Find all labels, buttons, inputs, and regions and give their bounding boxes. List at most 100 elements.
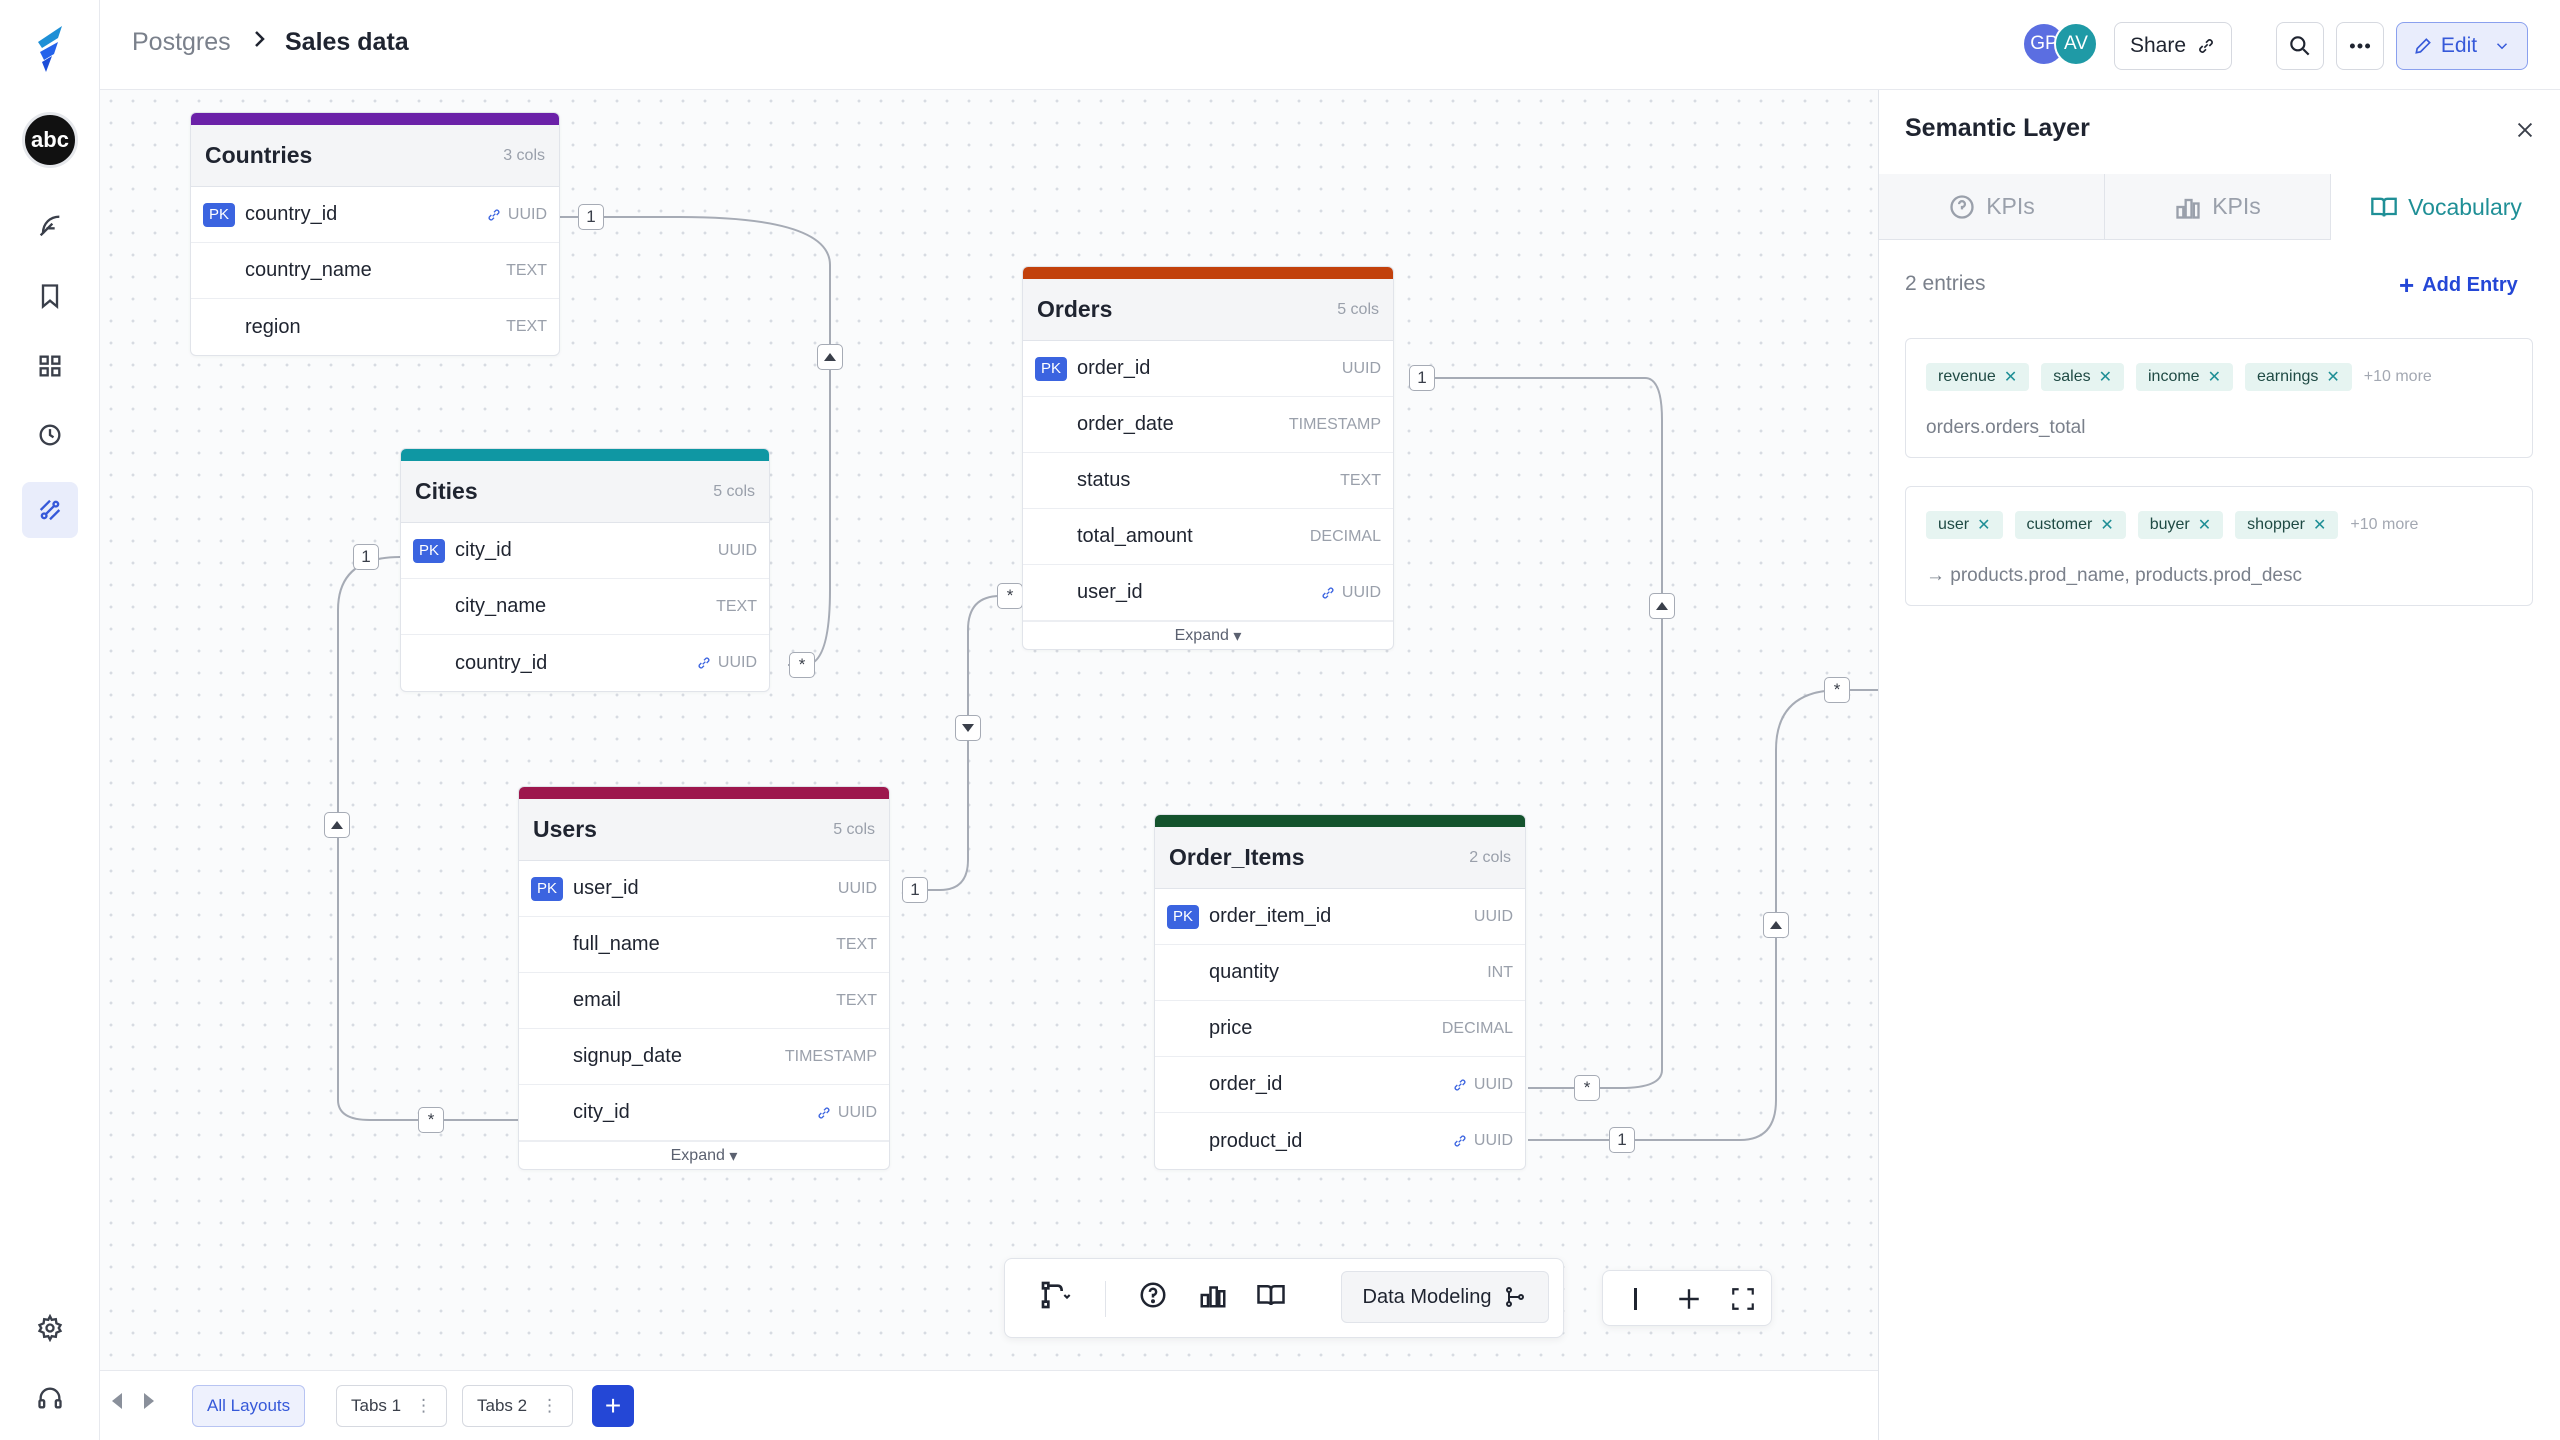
column-row[interactable]: total_amount DECIMAL xyxy=(1023,509,1393,565)
zoom-out-button[interactable] xyxy=(1613,1277,1657,1321)
column-row[interactable]: full_name TEXT xyxy=(519,917,889,973)
chart-button[interactable] xyxy=(1189,1271,1237,1319)
column-row[interactable]: PK order_id UUID xyxy=(1023,341,1393,397)
remove-chip-icon[interactable]: ✕ xyxy=(2100,515,2113,535)
more-options-button[interactable] xyxy=(2336,22,2384,70)
tab-tabs-1[interactable]: Tabs 1 ⋮ xyxy=(336,1385,448,1427)
column-row[interactable]: email TEXT xyxy=(519,973,889,1029)
column-row[interactable]: country_name TEXT xyxy=(191,243,559,299)
more-chips[interactable]: +10 more xyxy=(2364,368,2432,386)
expand-button[interactable]: Expand ▾ xyxy=(519,1141,889,1169)
add-layout-button[interactable]: + xyxy=(592,1385,634,1427)
column-type: TEXT xyxy=(1340,471,1381,489)
expand-button[interactable]: Expand ▾ xyxy=(1023,621,1393,649)
cardinality-one: 1 xyxy=(1409,365,1435,391)
column-row[interactable]: status TEXT xyxy=(1023,453,1393,509)
remove-chip-icon[interactable]: ✕ xyxy=(2208,367,2221,387)
remove-chip-icon[interactable]: ✕ xyxy=(2198,515,2211,535)
breadcrumb-root[interactable]: Postgres xyxy=(132,28,231,57)
table-card-cities[interactable]: Cities 5 cols PK city_id UUID city_name … xyxy=(400,448,770,692)
column-row[interactable]: order_id UUID xyxy=(1155,1057,1525,1113)
column-row[interactable]: city_name TEXT xyxy=(401,579,769,635)
collapse-toggle[interactable] xyxy=(324,812,350,838)
table-card-order-items[interactable]: Order_Items 2 cols PK order_item_id UUID… xyxy=(1154,814,1526,1170)
remove-chip-icon[interactable]: ✕ xyxy=(2099,367,2112,387)
table-card-countries[interactable]: Countries 3 cols PK country_id UUID coun… xyxy=(190,112,560,356)
data-modeling-nav-icon[interactable] xyxy=(22,482,78,538)
edit-label: Edit xyxy=(2440,34,2478,57)
close-panel-button[interactable] xyxy=(2507,112,2543,148)
column-row[interactable]: PK city_id UUID xyxy=(401,523,769,579)
remove-chip-icon[interactable]: ✕ xyxy=(1977,515,1990,535)
column-row[interactable]: price DECIMAL xyxy=(1155,1001,1525,1057)
canvas-toolbar: Data Modeling xyxy=(1004,1258,1564,1338)
table-header[interactable]: Cities 5 cols xyxy=(401,461,769,523)
chip-label: income xyxy=(2148,368,2200,385)
history-icon[interactable] xyxy=(30,415,70,455)
expand-toggle[interactable] xyxy=(955,715,981,741)
column-row[interactable]: country_id UUID xyxy=(401,635,769,691)
table-header[interactable]: Orders 5 cols xyxy=(1023,279,1393,341)
scroll-left-button[interactable] xyxy=(112,1393,122,1409)
fit-screen-button[interactable] xyxy=(1721,1277,1765,1321)
settings-icon[interactable] xyxy=(30,1308,70,1348)
more-chips[interactable]: +10 more xyxy=(2350,516,2418,534)
tab-vocabulary[interactable]: Vocabulary xyxy=(2331,174,2560,240)
data-modeling-mode-button[interactable]: Data Modeling xyxy=(1341,1271,1549,1323)
column-row[interactable]: PK user_id UUID xyxy=(519,861,889,917)
diagram-canvas[interactable]: 1 * 1 * 1 * 1 * 1 * Countries 3 cols PK … xyxy=(100,90,1878,1370)
kpi-help-button[interactable] xyxy=(1129,1271,1177,1319)
semantic-layer-panel: Semantic Layer KPIs KPIs Vocabulary 2 en… xyxy=(1878,90,2560,1440)
share-button[interactable]: Share xyxy=(2114,22,2232,70)
tab-kpis-chart[interactable]: KPIs xyxy=(2105,174,2331,240)
table-header[interactable]: Users 5 cols xyxy=(519,799,889,861)
close-icon xyxy=(2517,122,2533,138)
vocabulary-entry[interactable]: revenue ✕ sales ✕ income ✕ earnings ✕ +10 mo… xyxy=(1905,338,2533,458)
avatar[interactable]: AV xyxy=(2054,22,2098,66)
column-row[interactable]: PK order_item_id UUID xyxy=(1155,889,1525,945)
search-button[interactable] xyxy=(2276,22,2324,70)
vocabulary-entry[interactable]: user ✕ customer ✕ buyer ✕ shopper ✕ +10 more… xyxy=(1905,486,2533,606)
zoom-in-button[interactable] xyxy=(1667,1277,1711,1321)
collapse-toggle[interactable] xyxy=(817,344,843,370)
table-card-users[interactable]: Users 5 cols PK user_id UUID full_name T… xyxy=(518,786,890,1170)
tab-kpis-help[interactable]: KPIs xyxy=(1879,174,2105,240)
column-row[interactable]: city_id UUID xyxy=(519,1085,889,1141)
workspace-avatar[interactable]: abc xyxy=(22,112,78,168)
column-row[interactable]: order_date TIMESTAMP xyxy=(1023,397,1393,453)
column-row[interactable]: signup_date TIMESTAMP xyxy=(519,1029,889,1085)
remove-chip-icon[interactable]: ✕ xyxy=(2004,367,2017,387)
column-row[interactable]: product_id UUID xyxy=(1155,1113,1525,1169)
bookmark-icon[interactable] xyxy=(30,276,70,316)
column-row[interactable]: quantity INT xyxy=(1155,945,1525,1001)
table-card-orders[interactable]: Orders 5 cols PK order_id UUID order_dat… xyxy=(1022,266,1394,650)
expand-label: Expand xyxy=(670,1146,725,1164)
column-row[interactable]: user_id UUID xyxy=(1023,565,1393,621)
add-entry-button[interactable]: + Add Entry xyxy=(2399,270,2518,301)
collapse-toggle[interactable] xyxy=(1763,912,1789,938)
feather-icon[interactable] xyxy=(30,206,70,246)
book-open-icon xyxy=(1257,1285,1285,1306)
tab-all-layouts[interactable]: All Layouts xyxy=(192,1385,306,1427)
remove-chip-icon[interactable]: ✕ xyxy=(2313,515,2326,535)
table-header[interactable]: Countries 3 cols xyxy=(191,125,559,187)
column-row[interactable]: region TEXT xyxy=(191,299,559,355)
column-count: 5 cols xyxy=(1337,300,1379,318)
support-headset-icon[interactable] xyxy=(30,1378,70,1418)
connector-tool-button[interactable] xyxy=(1023,1271,1087,1319)
grid-icon[interactable] xyxy=(30,346,70,386)
edit-button[interactable]: Edit xyxy=(2396,22,2528,70)
table-header[interactable]: Order_Items 2 cols xyxy=(1155,827,1525,889)
tab-tabs-2[interactable]: Tabs 2 ⋮ xyxy=(462,1385,574,1427)
column-row[interactable]: PK country_id UUID xyxy=(191,187,559,243)
remove-chip-icon[interactable]: ✕ xyxy=(2326,367,2339,387)
collapse-toggle[interactable] xyxy=(1649,593,1675,619)
kebab-menu-icon[interactable]: ⋮ xyxy=(415,1396,432,1416)
app-logo[interactable] xyxy=(32,22,68,74)
fullscreen-icon xyxy=(1732,1288,1754,1310)
scroll-right-button[interactable] xyxy=(144,1393,154,1409)
table-name: Countries xyxy=(205,142,313,168)
kebab-menu-icon[interactable]: ⋮ xyxy=(541,1396,558,1416)
chip-label: customer xyxy=(2026,516,2093,533)
vocabulary-button[interactable] xyxy=(1247,1271,1295,1319)
